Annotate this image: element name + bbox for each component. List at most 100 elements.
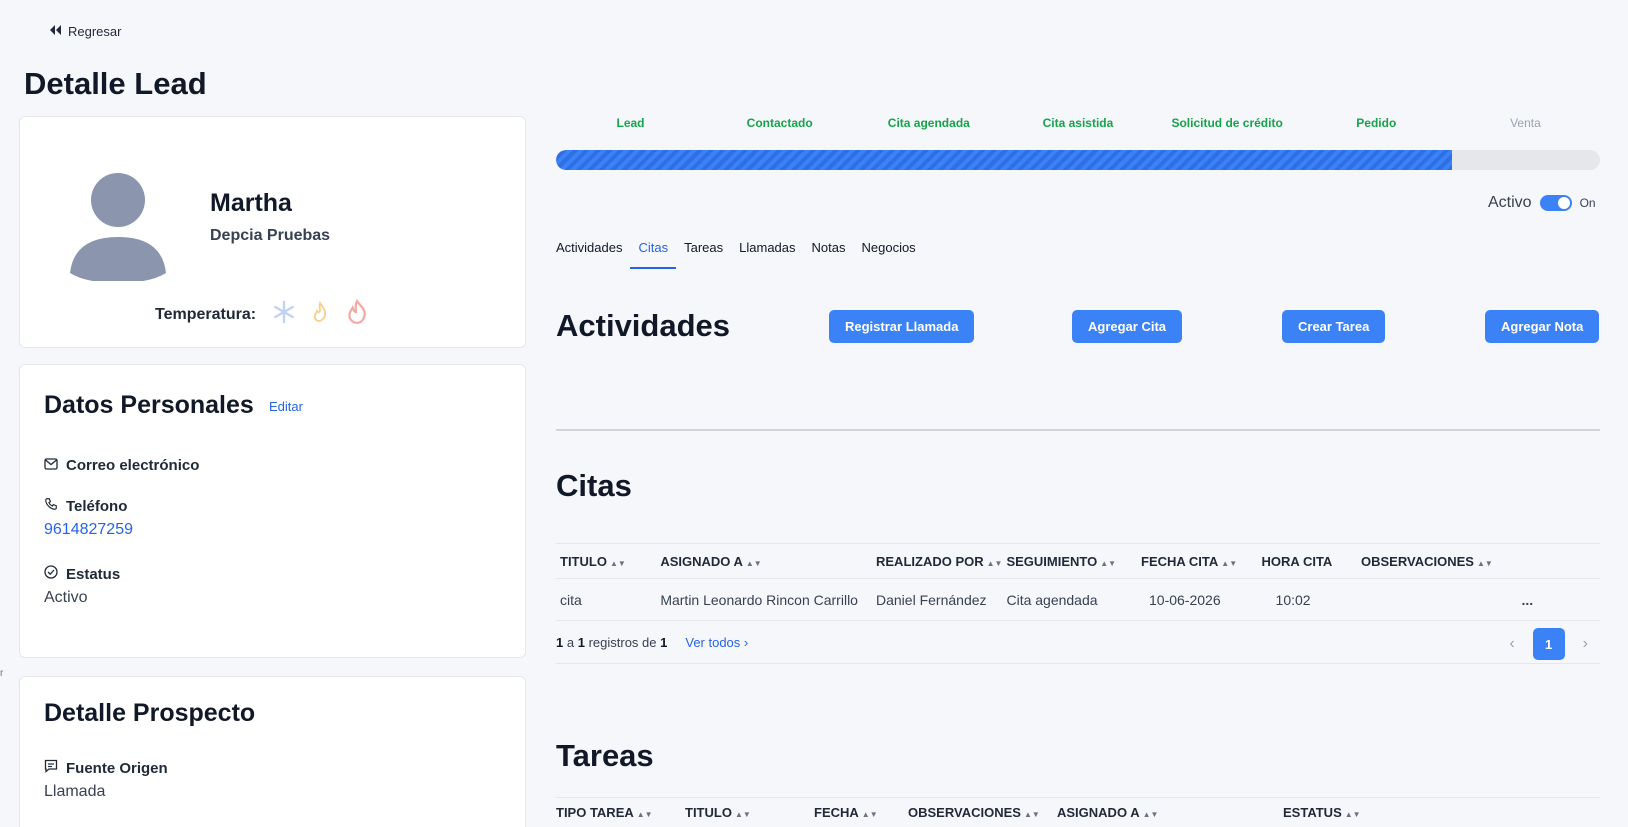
register-call-button[interactable]: Registrar Llamada bbox=[829, 310, 975, 343]
lead-name: Martha bbox=[210, 189, 292, 217]
citas-header-row: TITULO ▲▼ ASIGNADO A ▲▼ REALIZADO POR ▲▼ SE… bbox=[556, 543, 1600, 579]
back-label: Regresar bbox=[68, 24, 122, 39]
sort-icon: ▲▼ bbox=[1221, 558, 1238, 568]
row-actions-button[interactable]: ... bbox=[1517, 578, 1600, 621]
col-observaciones[interactable]: OBSERVACIONES ▲▼ bbox=[908, 797, 1057, 827]
temperature-label: Temperatura: bbox=[155, 305, 257, 323]
chevron-right-icon: › bbox=[743, 635, 749, 650]
col-realizado[interactable]: REALIZADO POR ▲▼ bbox=[872, 543, 1003, 579]
sort-icon: ▲▼ bbox=[609, 558, 626, 568]
col-titulo[interactable]: TITULO ▲▼ bbox=[685, 797, 814, 827]
tab-notas[interactable]: Notas bbox=[804, 236, 854, 269]
edit-link[interactable]: Editar bbox=[269, 399, 303, 414]
sort-icon: ▲▼ bbox=[1100, 558, 1117, 568]
col-asignado[interactable]: ASIGNADO A ▲▼ bbox=[1057, 797, 1283, 827]
pipeline-step: Solicitud de crédito bbox=[1171, 116, 1283, 130]
phone-value[interactable]: 9614827259 bbox=[44, 521, 133, 539]
col-hora-cita: HORA CITA bbox=[1257, 543, 1357, 579]
profile-card: Martha Depcia Pruebas Temperatura: bbox=[19, 116, 526, 348]
flame-small-icon[interactable] bbox=[308, 300, 332, 329]
pipeline-progress-bar bbox=[556, 150, 1600, 170]
col-seguimiento[interactable]: SEGUIMIENTO ▲▼ bbox=[1002, 543, 1137, 579]
active-toggle[interactable] bbox=[1539, 195, 1572, 211]
activities-title: Actividades bbox=[556, 308, 731, 343]
pipeline-step: Cita asistida bbox=[1042, 116, 1114, 130]
status-field: Estatus Activo bbox=[44, 565, 120, 607]
status-label: Estatus bbox=[66, 565, 121, 583]
avatar bbox=[70, 173, 166, 283]
phone-icon bbox=[44, 497, 58, 515]
source-value: Llamada bbox=[44, 783, 106, 800]
citas-title: Citas bbox=[556, 468, 632, 503]
personal-data-title: Datos Personales bbox=[44, 391, 254, 419]
tareas-header-row: TIPO TAREA ▲▼ TITULO ▲▼ FECHA ▲▼ OBSERVACIO… bbox=[556, 797, 1600, 827]
double-chevron-left-icon bbox=[48, 24, 62, 39]
message-icon bbox=[44, 759, 58, 777]
tab-negocios[interactable]: Negocios bbox=[853, 236, 923, 269]
prev-page-icon[interactable]: ‹ bbox=[1509, 635, 1514, 653]
sort-icon: ▲▼ bbox=[1476, 558, 1493, 568]
col-fecha-cita[interactable]: FECHA CITA ▲▼ bbox=[1137, 543, 1258, 579]
col-tipo-tarea[interactable]: TIPO TAREA ▲▼ bbox=[556, 797, 685, 827]
col-observaciones[interactable]: OBSERVACIONES ▲▼ bbox=[1357, 543, 1518, 579]
next-page-icon[interactable]: › bbox=[1583, 635, 1588, 653]
col-estatus[interactable]: ESTATUS ▲▼ bbox=[1283, 797, 1600, 827]
detail-tabs: Actividades Citas Tareas Llamadas Notas … bbox=[556, 236, 924, 269]
pipeline-step: Cita agendada bbox=[887, 116, 970, 130]
create-task-button[interactable]: Crear Tarea bbox=[1282, 310, 1386, 343]
sort-icon: ▲▼ bbox=[636, 810, 653, 820]
snowflake-icon[interactable] bbox=[272, 300, 296, 329]
cell-fecha: 10-06-2026 bbox=[1137, 578, 1258, 621]
status-value: Activo bbox=[44, 589, 88, 606]
back-link[interactable]: Regresar bbox=[48, 24, 121, 39]
cell-asignado: Martin Leonardo Rincon Carrillo bbox=[656, 578, 872, 621]
page-1-button[interactable]: 1 bbox=[1532, 628, 1565, 660]
tab-tareas[interactable]: Tareas bbox=[676, 236, 731, 269]
cell-titulo: cita bbox=[556, 578, 657, 621]
tareas-table: TIPO TAREA ▲▼ TITULO ▲▼ FECHA ▲▼ OBSERVACIO… bbox=[556, 797, 1600, 827]
phone-label: Teléfono bbox=[66, 497, 128, 515]
prospect-card: Detalle Prospecto Fuente Origen Llamada bbox=[19, 676, 526, 827]
temperature-row: Temperatura: bbox=[155, 299, 370, 330]
fire-icon[interactable] bbox=[344, 299, 370, 330]
col-fecha[interactable]: FECHA ▲▼ bbox=[814, 797, 908, 827]
sort-icon: ▲▼ bbox=[986, 558, 1003, 568]
col-asignado[interactable]: ASIGNADO A ▲▼ bbox=[656, 543, 872, 579]
pipeline-steps: Lead Contactado Cita agendada Cita asistida… bbox=[556, 116, 1600, 130]
active-toggle-group: Activo On bbox=[1488, 194, 1596, 212]
cell-realizado: Daniel Fernández bbox=[872, 578, 1003, 621]
phone-field: Teléfono 9614827259 bbox=[44, 497, 133, 539]
tab-actividades[interactable]: Actividades bbox=[556, 236, 630, 269]
sort-icon: ▲▼ bbox=[861, 810, 878, 820]
active-toggle-state: On bbox=[1579, 196, 1596, 210]
check-circle-icon bbox=[44, 565, 58, 583]
edge-mark: r bbox=[0, 668, 4, 679]
pipeline-step: Contactado bbox=[746, 116, 813, 130]
tab-citas[interactable]: Citas bbox=[630, 236, 677, 269]
add-appointment-button[interactable]: Agregar Cita bbox=[1072, 310, 1183, 343]
cell-observaciones bbox=[1357, 578, 1518, 621]
pipeline-progress-fill bbox=[556, 150, 1452, 170]
pipeline-step: Lead bbox=[616, 116, 645, 130]
mail-icon bbox=[44, 457, 58, 474]
citas-table: TITULO ▲▼ ASIGNADO A ▲▼ REALIZADO POR ▲▼ SE… bbox=[556, 543, 1600, 621]
add-note-button[interactable]: Agregar Nota bbox=[1485, 310, 1600, 343]
pipeline-step: Venta bbox=[1510, 116, 1541, 130]
records-count: 1 a 1 registros de 1 bbox=[556, 635, 668, 650]
active-toggle-label: Activo bbox=[1488, 194, 1532, 211]
col-actions bbox=[1517, 543, 1600, 579]
pipeline-step: Pedido bbox=[1356, 116, 1397, 130]
sort-icon: ▲▼ bbox=[745, 558, 762, 568]
table-row: cita Martin Leonardo Rincon Carrillo Dan… bbox=[556, 578, 1600, 621]
email-field: Correo electrónico bbox=[44, 457, 199, 480]
prospect-title: Detalle Prospecto bbox=[44, 699, 256, 727]
see-all-link[interactable]: Ver todos › bbox=[685, 635, 748, 650]
sort-icon: ▲▼ bbox=[1142, 810, 1159, 820]
source-label: Fuente Origen bbox=[66, 759, 168, 777]
tareas-title: Tareas bbox=[556, 738, 654, 773]
pagination: ‹ 1 › bbox=[1509, 628, 1588, 660]
sort-icon: ▲▼ bbox=[1023, 810, 1040, 820]
tab-llamadas[interactable]: Llamadas bbox=[731, 236, 803, 269]
col-titulo[interactable]: TITULO ▲▼ bbox=[556, 543, 657, 579]
personal-data-card: Datos Personales Editar Correo electróni… bbox=[19, 364, 526, 658]
